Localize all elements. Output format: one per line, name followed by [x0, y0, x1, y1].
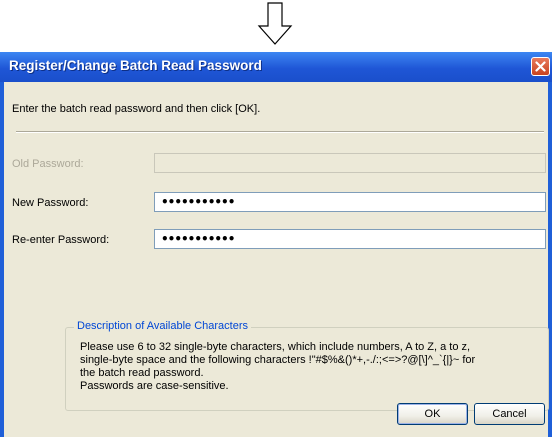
new-password-value: ••••••••••• — [161, 195, 235, 209]
reenter-password-value: ••••••••••• — [161, 232, 235, 246]
ok-button[interactable]: OK — [397, 403, 468, 425]
close-icon — [535, 61, 546, 72]
dialog-title: Register/Change Batch Read Password — [9, 58, 262, 73]
separator — [16, 131, 544, 133]
title-bar[interactable]: Register/Change Batch Read Password — [0, 52, 552, 82]
reenter-password-field[interactable]: ••••••••••• — [154, 229, 546, 249]
new-password-label: New Password: — [12, 197, 89, 209]
description-title: Description of Available Characters — [74, 320, 251, 332]
description-line-1: Please use 6 to 32 single-byte character… — [80, 341, 471, 353]
old-password-field — [154, 153, 546, 173]
reenter-password-label: Re-enter Password: — [12, 234, 110, 246]
down-arrow-icon — [257, 2, 293, 45]
description-line-4: Passwords are case-sensitive. — [80, 380, 229, 392]
description-line-2: single-byte space and the following char… — [80, 354, 476, 366]
password-dialog: Register/Change Batch Read Password Ente… — [0, 52, 552, 437]
close-button[interactable] — [531, 57, 550, 76]
old-password-label: Old Password: — [12, 158, 84, 170]
new-password-field[interactable]: ••••••••••• — [154, 192, 546, 212]
cancel-button[interactable]: Cancel — [474, 403, 545, 425]
description-line-3: the batch read password. — [80, 367, 204, 379]
dialog-body: Enter the batch read password and then c… — [4, 82, 549, 437]
instruction-text: Enter the batch read password and then c… — [12, 103, 261, 115]
